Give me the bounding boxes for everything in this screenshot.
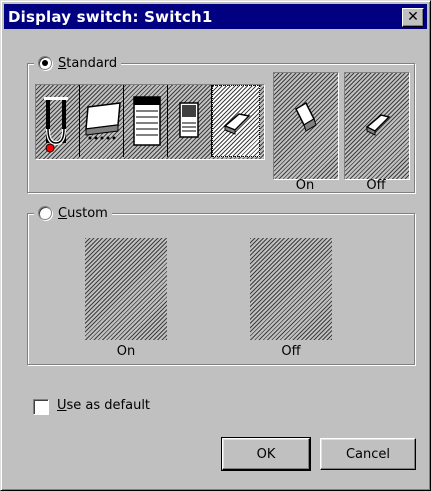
standard-off-label: Off <box>366 178 386 193</box>
switch-style-option-5[interactable] <box>212 85 260 157</box>
use-as-default-checkbox[interactable] <box>33 399 49 415</box>
switch-off-icon <box>365 114 391 136</box>
custom-off-label: Off <box>281 344 301 359</box>
standard-group: Standard On Off <box>27 54 415 193</box>
toggle-switch-icon <box>223 113 251 135</box>
custom-radio-button[interactable] <box>38 206 52 220</box>
use-as-default-label[interactable]: Use as default <box>57 398 150 413</box>
switch-style-option-4[interactable] <box>168 85 212 157</box>
stacked-panel-icon <box>133 96 161 146</box>
title-bar[interactable]: Display switch: Switch1 ✕ <box>4 4 427 29</box>
switch-on-icon <box>295 101 317 132</box>
standard-icon-strip <box>35 84 265 160</box>
standard-radio[interactable]: Standard <box>34 54 122 72</box>
ok-button[interactable]: OK <box>221 437 311 471</box>
close-icon: ✕ <box>407 9 419 25</box>
knife-switch-icon <box>44 97 68 153</box>
dialog-window: Display switch: Switch1 ✕ Standard On Of… <box>0 0 431 491</box>
standard-label: Standard <box>58 55 118 71</box>
custom-label: Custom <box>58 205 108 221</box>
standard-on-preview <box>273 72 339 180</box>
switch-style-option-1[interactable] <box>36 85 80 157</box>
switch-style-option-2[interactable] <box>80 85 124 157</box>
custom-on-preview[interactable] <box>85 238 167 340</box>
small-panel-icon <box>179 102 199 138</box>
close-button[interactable]: ✕ <box>402 8 424 27</box>
custom-group: Custom On Off <box>27 204 415 365</box>
cancel-button[interactable]: Cancel <box>320 438 416 470</box>
custom-off-preview[interactable] <box>250 238 332 340</box>
custom-on-label: On <box>116 344 136 359</box>
rocker-panel-icon <box>85 102 121 140</box>
custom-radio[interactable]: Custom <box>34 204 112 222</box>
standard-radio-button[interactable] <box>38 56 52 70</box>
switch-style-option-3[interactable] <box>124 85 168 157</box>
standard-off-preview <box>344 72 410 180</box>
window-title: Display switch: Switch1 <box>8 8 213 26</box>
standard-on-label: On <box>295 178 315 193</box>
